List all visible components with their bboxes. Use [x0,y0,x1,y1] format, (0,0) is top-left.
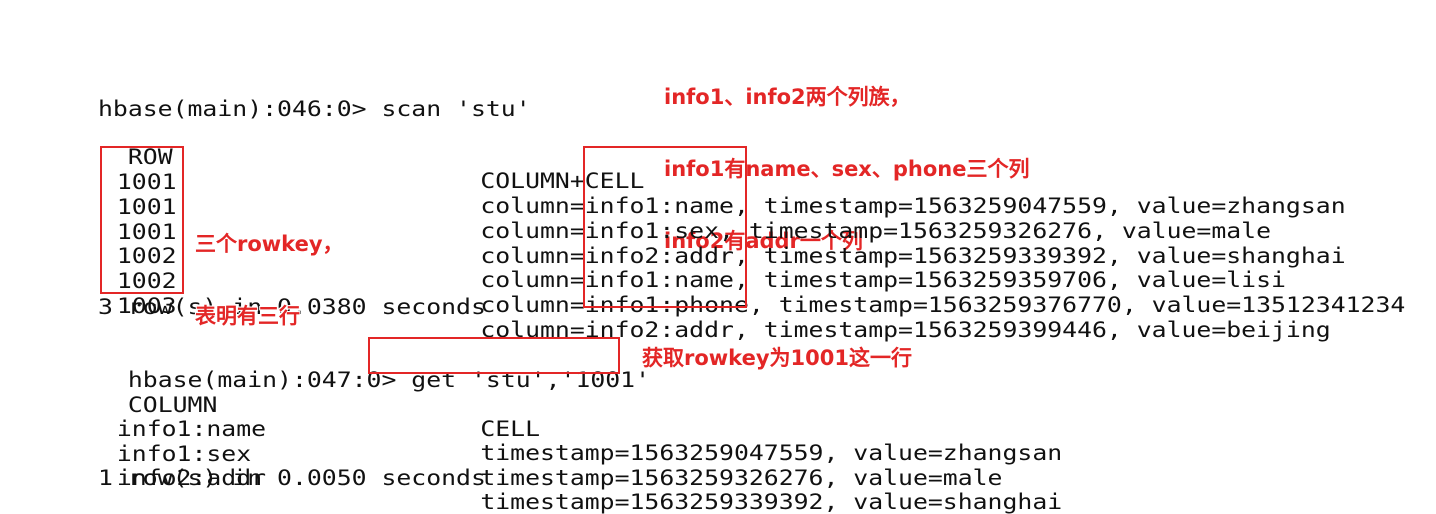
get-command-highlight-box [368,337,620,374]
annotation-get: 获取rowkey为1001这一行 [642,346,912,370]
annotation-line: info1、info2两个列族， [664,85,911,109]
row-cell: timestamp=1563259339392, value=shanghai [480,490,1063,514]
annotation-line: 三个rowkey， [195,232,344,256]
annotation-rowkeys: 三个rowkey， 表明有三行 [195,184,344,352]
rowkey-highlight-box [100,146,184,294]
scan-prompt: hbase(main):046:0> scan 'stu' [98,97,531,121]
column-highlight-box [583,146,747,308]
annotation-line: 表明有三行 [195,304,300,328]
get-summary: 1 row(s) in 0.0050 seconds [98,466,486,490]
